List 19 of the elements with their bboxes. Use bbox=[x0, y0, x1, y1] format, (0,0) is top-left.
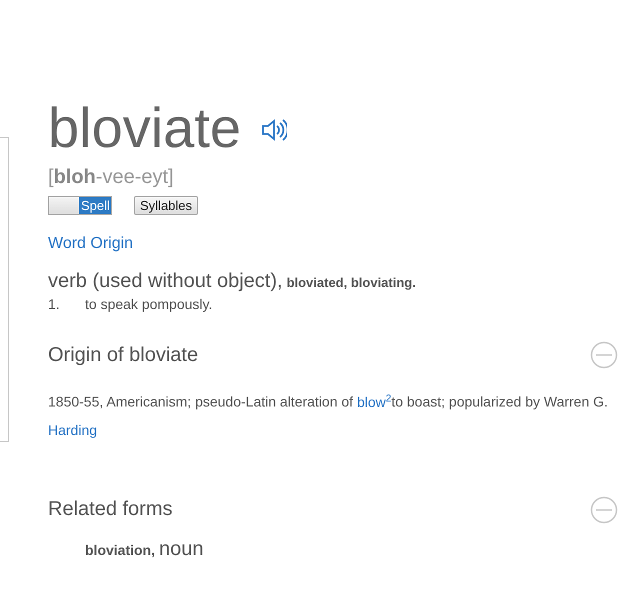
headword: bloviate bbox=[48, 96, 242, 160]
sense-number: 1. bbox=[48, 295, 61, 313]
word-link[interactable]: Harding bbox=[48, 422, 98, 438]
syllables-button[interactable]: Syllables bbox=[134, 196, 198, 215]
pronunciation: [bloh-vee-eyt] bbox=[48, 165, 175, 190]
word-origin-link[interactable]: Word Origin bbox=[48, 235, 134, 253]
collapse-icon[interactable] bbox=[590, 341, 618, 369]
section-title: Related forms bbox=[48, 498, 172, 522]
related-word: bloviation, bbox=[85, 542, 155, 558]
word-link[interactable]: blow$^{2}$ bbox=[356, 394, 392, 410]
speaker-icon[interactable] bbox=[261, 118, 288, 142]
part-of-speech: noun bbox=[159, 538, 204, 560]
sense-text: to speak pompously. bbox=[85, 296, 212, 312]
section-title: Origin of bloviate bbox=[48, 344, 198, 366]
inflected-forms: bloviated, bloviating. bbox=[286, 275, 416, 290]
collapse-icon[interactable] bbox=[590, 496, 618, 524]
origin-text: 1850-55, Americanism; pseudo-Latin alteration of blow$^{2}$to boast; popularized by Warren G. Harding bbox=[48, 392, 609, 440]
spell-toggle[interactable]: Spell bbox=[48, 196, 112, 215]
part-of-speech: verb (used without object), bbox=[48, 270, 283, 292]
